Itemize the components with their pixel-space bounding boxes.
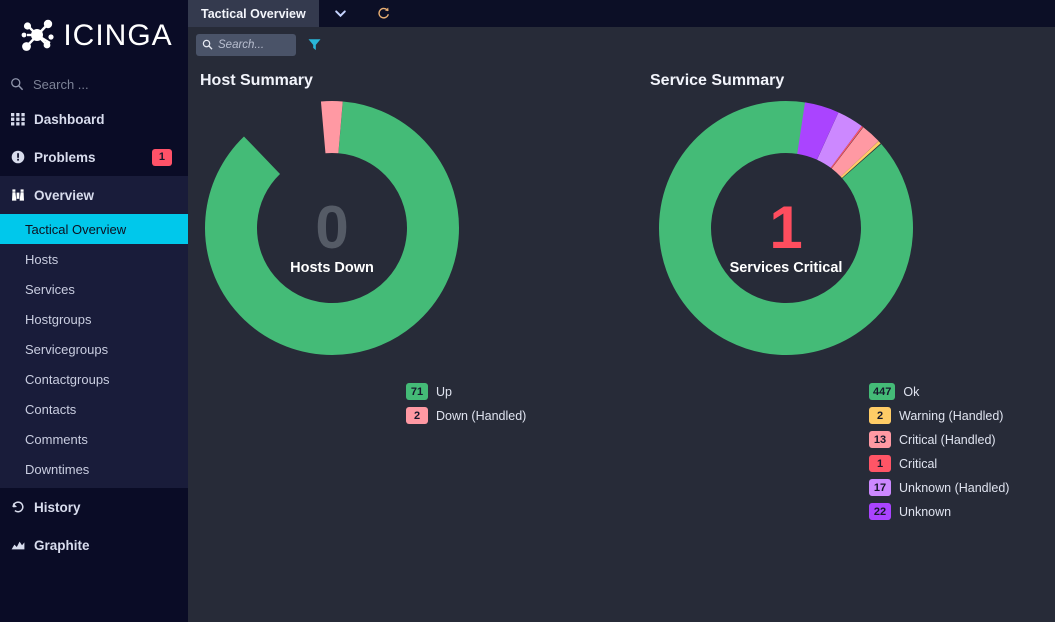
service-critical-label: Services Critical: [729, 260, 843, 276]
refresh-button[interactable]: [362, 0, 405, 27]
legend-item[interactable]: 447 Ok: [869, 383, 1053, 400]
service-summary-title: Service Summary: [650, 72, 785, 89]
sidebar-subitem-downtimes[interactable]: Downtimes: [0, 454, 188, 484]
search-icon: [202, 39, 213, 50]
sidebar-subitem-hosts[interactable]: Hosts: [0, 244, 188, 274]
exclamation-circle-icon: [10, 150, 25, 165]
sidebar-subitem-tactical-overview[interactable]: Tactical Overview: [0, 214, 199, 244]
service-donut-center: 1 Services Critical: [643, 194, 929, 277]
legend-badge-critical: 1: [869, 455, 891, 472]
sidebar-subitem-label: Services: [25, 281, 75, 297]
sidebar: ICINGA Search ... Dashboard Problems 1 O…: [0, 0, 199, 622]
chevron-down-icon: [334, 10, 346, 18]
sidebar-item-graphite[interactable]: Graphite: [0, 526, 188, 564]
sidebar-subitem-contactgroups[interactable]: Contactgroups: [0, 364, 188, 394]
legend-item[interactable]: 71 Up: [406, 383, 643, 400]
service-summary-panel: Service Summary 1 Services Critical 447 …: [643, 62, 1053, 520]
sidebar-item-history[interactable]: History: [0, 488, 188, 526]
main-content: Tactical Overview Search... Host Summary…: [188, 0, 1055, 622]
sidebar-item-label: Dashboard: [34, 111, 105, 127]
sidebar-subitem-servicegroups[interactable]: Servicegroups: [0, 334, 188, 364]
refresh-icon: [378, 7, 389, 19]
sidebar-subitem-label: Comments: [25, 431, 88, 447]
legend-item[interactable]: 1 Critical: [869, 455, 1053, 472]
legend-item[interactable]: 17 Unknown (Handled): [869, 479, 1053, 496]
service-legend: 447 Ok 2 Warning (Handled) 13 Critical (…: [869, 383, 1053, 520]
sidebar-subitem-label: Hostgroups: [25, 311, 92, 327]
legend-label-unknown-handled: Unknown (Handled): [899, 480, 1010, 495]
sidebar-item-label: Problems: [34, 149, 96, 165]
overview-submenu: Tactical Overview Hosts Services Hostgro…: [0, 214, 199, 488]
host-summary-donut: 0 Hosts Down: [188, 98, 643, 363]
sidebar-item-label: Overview: [34, 187, 95, 203]
sidebar-item-label: Graphite: [34, 537, 90, 553]
legend-badge-critical-handled: 13: [869, 431, 891, 448]
tab-tactical-overview[interactable]: Tactical Overview: [188, 0, 319, 27]
sidebar-subitem-label: Downtimes: [25, 461, 90, 477]
search-icon: [11, 78, 24, 91]
host-summary-panel: Host Summary 0 Hosts Down 71 Up 2 Down (…: [188, 62, 643, 520]
sidebar-search[interactable]: Search ...: [0, 68, 188, 100]
legend-label-unknown: Unknown: [899, 504, 952, 519]
problems-badge: 1: [151, 148, 172, 166]
host-down-count: 0: [315, 194, 349, 261]
legend-badge-unknown: 22: [869, 503, 891, 520]
legend-item[interactable]: 22 Unknown: [869, 503, 1053, 520]
icinga-logo-icon: [21, 19, 54, 51]
legend-badge-warning-handled: 2: [869, 407, 891, 424]
legend-item[interactable]: 2 Warning (Handled): [869, 407, 1053, 424]
search-input[interactable]: Search...: [196, 33, 296, 56]
sidebar-subitem-contacts[interactable]: Contacts: [0, 394, 188, 424]
sidebar-subitem-label: Contactgroups: [25, 371, 110, 387]
legend-label-warning-handled: Warning (Handled): [899, 408, 1004, 423]
host-legend: 71 Up 2 Down (Handled): [406, 383, 643, 424]
brand-name: ICINGA: [63, 19, 173, 52]
service-summary-donut: 1 Services Critical: [643, 98, 1053, 363]
legend-label-critical-handled: Critical (Handled): [899, 432, 996, 447]
sidebar-item-label: History: [34, 499, 81, 515]
filter-funnel-icon: [308, 39, 321, 51]
sidebar-subitem-label: Tactical Overview: [25, 221, 127, 237]
host-summary-title: Host Summary: [200, 72, 313, 89]
sidebar-search-placeholder: Search ...: [33, 76, 89, 92]
sidebar-subitem-comments[interactable]: Comments: [0, 424, 188, 454]
sidebar-item-overview[interactable]: Overview: [0, 176, 188, 214]
charts-row: Host Summary 0 Hosts Down 71 Up 2 Down (…: [188, 62, 1055, 520]
area-chart-icon: [10, 538, 25, 553]
tab-label: Tactical Overview: [201, 6, 306, 21]
host-donut-center: 0 Hosts Down: [188, 194, 476, 277]
legend-label-ok: Ok: [903, 384, 920, 399]
sidebar-subitem-label: Contacts: [25, 401, 77, 417]
app-root: ICINGA Search ... Dashboard Problems 1 O…: [0, 0, 1055, 622]
legend-badge-down-handled: 2: [406, 407, 428, 424]
toolbar: Search...: [188, 27, 1055, 62]
sidebar-subitem-label: Servicegroups: [25, 341, 109, 357]
sidebar-subitem-services[interactable]: Services: [0, 274, 188, 304]
legend-label-down-handled: Down (Handled): [436, 408, 527, 423]
grid-icon: [10, 112, 25, 127]
service-critical-count: 1: [769, 194, 803, 261]
host-down-label: Hosts Down: [290, 260, 374, 276]
legend-badge-up: 71: [406, 383, 428, 400]
brand-logo[interactable]: ICINGA: [0, 0, 188, 68]
history-icon: [10, 500, 25, 515]
sidebar-item-problems[interactable]: Problems 1: [0, 138, 188, 176]
legend-label-up: Up: [436, 384, 452, 399]
filter-button[interactable]: [307, 37, 322, 52]
legend-item[interactable]: 2 Down (Handled): [406, 407, 643, 424]
binoculars-icon: [10, 188, 25, 203]
sidebar-subitem-hostgroups[interactable]: Hostgroups: [0, 304, 188, 334]
sidebar-item-dashboard[interactable]: Dashboard: [0, 100, 188, 138]
legend-item[interactable]: 13 Critical (Handled): [869, 431, 1053, 448]
search-placeholder: Search...: [218, 38, 265, 51]
legend-badge-unknown-handled: 17: [869, 479, 891, 496]
legend-badge-ok: 447: [869, 383, 896, 400]
sidebar-subitem-label: Hosts: [25, 251, 59, 267]
tab-dropdown-button[interactable]: [319, 0, 362, 27]
tab-bar: Tactical Overview: [188, 0, 1055, 27]
legend-label-critical: Critical: [899, 456, 938, 471]
